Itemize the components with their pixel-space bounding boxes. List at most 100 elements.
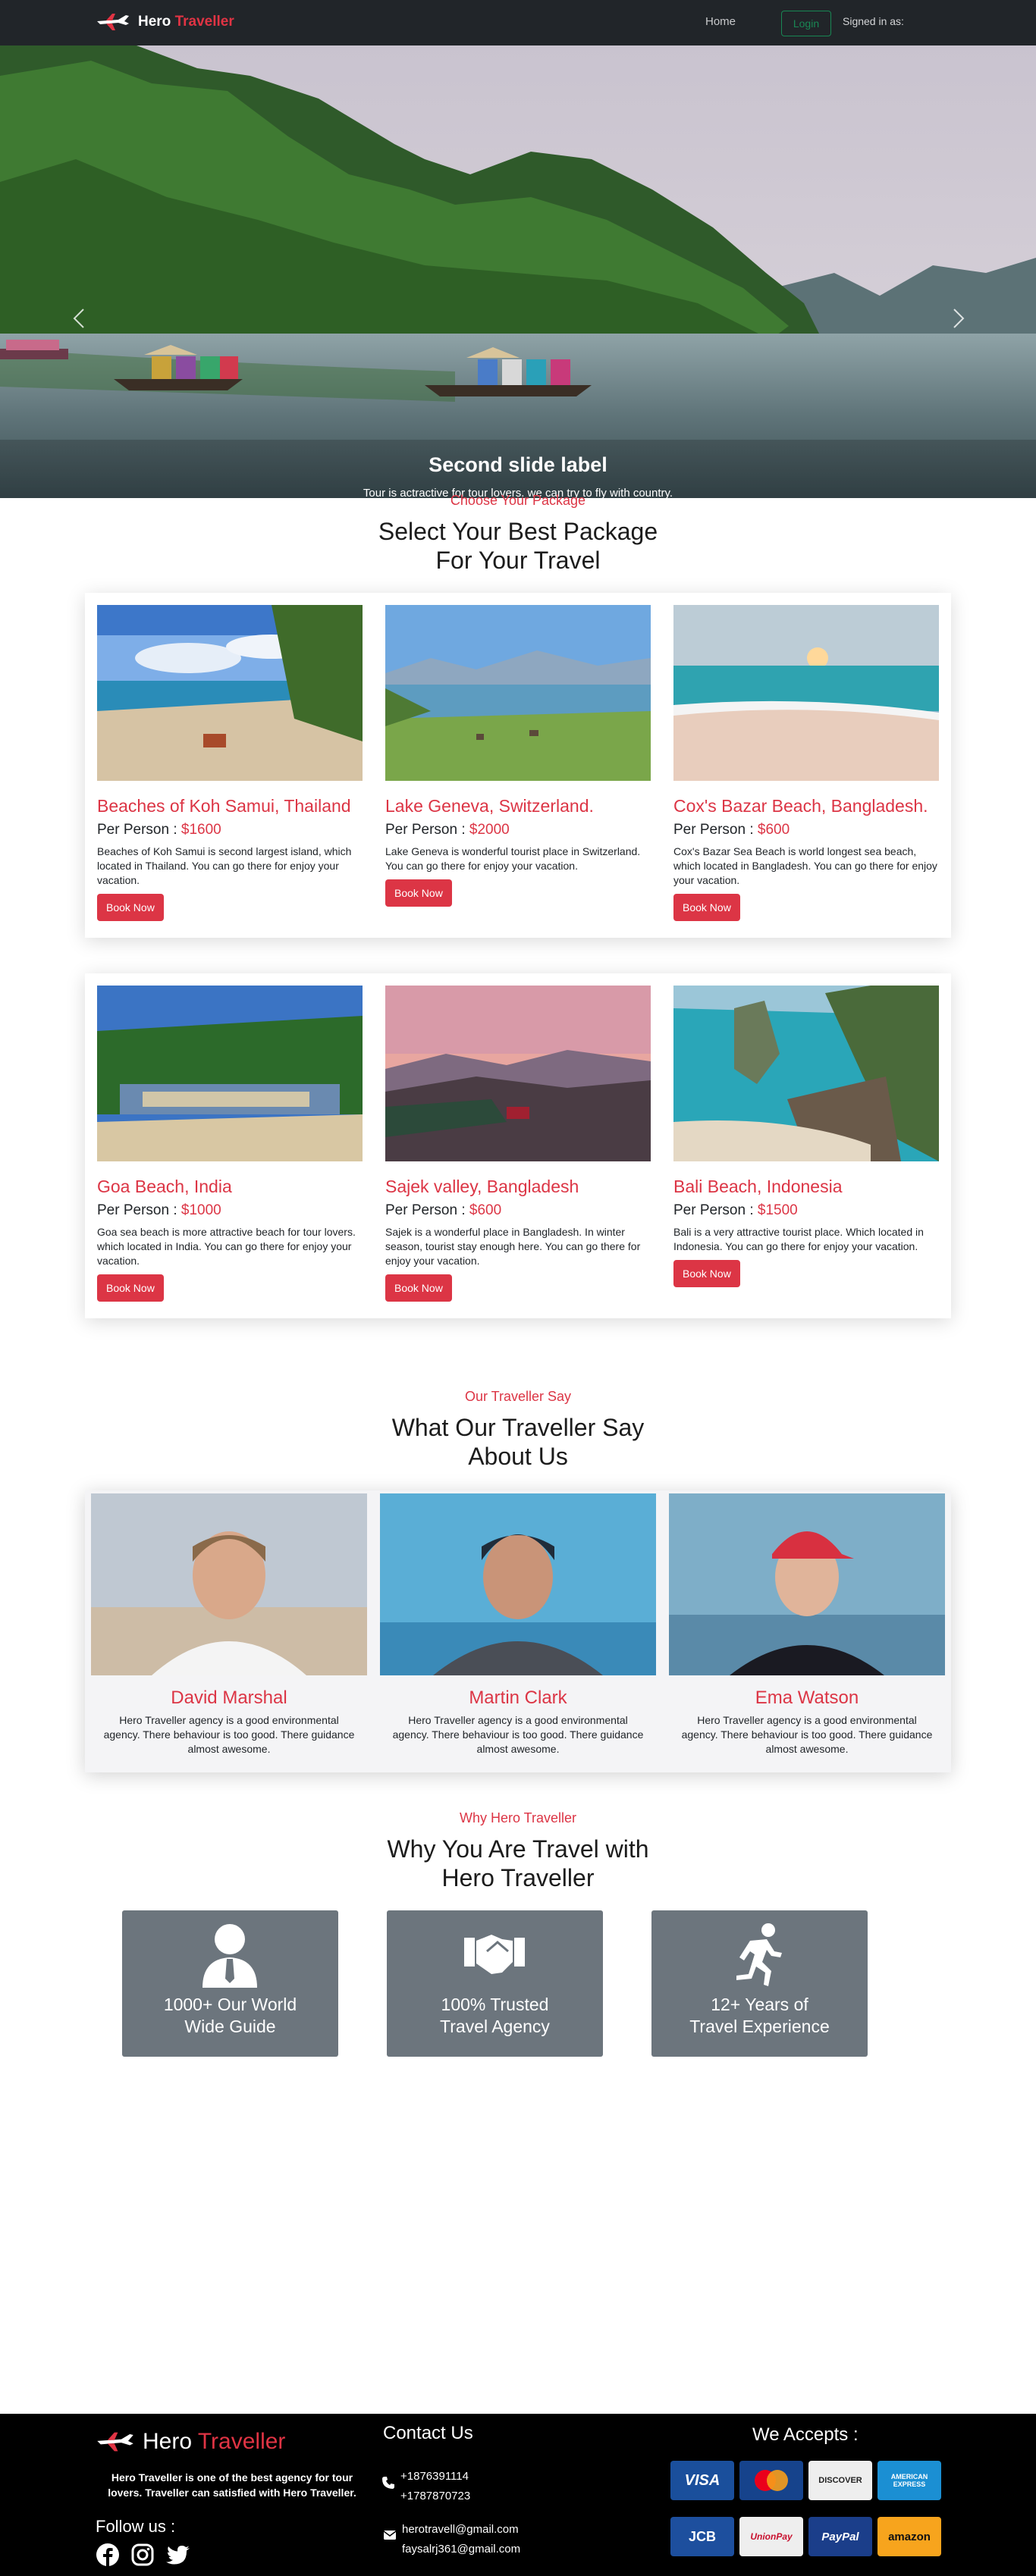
follow-us-label: Follow us :: [96, 2517, 176, 2536]
handshake-icon: [464, 1935, 525, 1974]
package-name: Sajek valley, Bangladesh: [385, 1177, 579, 1196]
visa-card-icon: VISA: [670, 2461, 734, 2500]
package-price: Per Person : $1600: [97, 822, 221, 838]
facebook-icon[interactable]: [96, 2543, 120, 2567]
running-icon: [736, 1923, 782, 1986]
testimonial-card: Ema Watson Hero Traveller agency is a go…: [669, 1493, 945, 1757]
package-description: Goa sea beach is more attractive beach f…: [97, 1226, 356, 1267]
nav-home-link[interactable]: Home: [705, 15, 736, 28]
instagram-icon[interactable]: [130, 2543, 155, 2567]
packages-row-2: Goa Beach, India Per Person : $1000 Goa …: [85, 973, 951, 1318]
ema-watson-photo: [669, 1493, 945, 1675]
phone-numbers: +1876391114 +1787870723: [400, 2467, 470, 2506]
airplane-logo-icon: [97, 2432, 133, 2452]
phone-2[interactable]: +1787870723: [400, 2487, 470, 2506]
package-name: Lake Geneva, Switzerland.: [385, 796, 594, 816]
carousel-caption-title: Second slide label: [429, 453, 607, 476]
footer-brand[interactable]: Hero Traveller: [96, 2429, 285, 2455]
packages-subtitle: Choose Your Package: [450, 493, 586, 508]
martin-clark-photo: [380, 1493, 656, 1675]
packages-row-1: Beaches of Koh Samui, Thailand Per Perso…: [85, 593, 951, 938]
package-card: Bali Beach, Indonesia Per Person : $1500…: [673, 986, 939, 1287]
discover-card-icon: DISCOVER: [808, 2461, 872, 2500]
we-accept-title: We Accepts :: [752, 2424, 859, 2445]
why-card-trusted: 100% Trusted Travel Agency: [387, 1910, 603, 2057]
email-1[interactable]: herotravell@gmail.com: [402, 2520, 520, 2540]
why-card-text: 12+ Years of Travel Experience: [689, 1995, 830, 2036]
david-marshal-photo: [91, 1493, 367, 1675]
testimonial-name: Ema Watson: [755, 1688, 859, 1708]
testimonial-card: David Marshal Hero Traveller agency is a…: [91, 1493, 367, 1757]
package-price: Per Person : $600: [673, 822, 790, 838]
email-2[interactable]: faysalrj361@gmail.com: [402, 2540, 520, 2559]
navbar-brand[interactable]: Hero Traveller: [96, 11, 234, 33]
carousel-slide-image: [0, 45, 1036, 498]
mastercard-logo: [755, 2470, 788, 2491]
testimonial-text: Hero Traveller agency is a good environm…: [103, 1714, 355, 1755]
carousel-prev-button[interactable]: [64, 296, 94, 341]
testimonial-text: Hero Traveller agency is a good environm…: [392, 1714, 644, 1755]
brand-text: Hero Traveller: [138, 14, 234, 30]
login-button[interactable]: Login: [781, 11, 831, 36]
carousel-next-button[interactable]: [943, 296, 974, 341]
package-description: Cox's Bazar Sea Beach is world longest s…: [673, 845, 937, 886]
why-card-guide: 1000+ Our World Wide Guide: [122, 1910, 338, 2057]
book-now-button[interactable]: Book Now: [385, 1274, 452, 1302]
unionpay-card-icon: UnionPay: [739, 2517, 803, 2556]
footer-brand-text: Hero Traveller: [143, 2429, 286, 2454]
testimonial-name: Martin Clark: [469, 1688, 567, 1708]
why-card-experience: 12+ Years of Travel Experience: [651, 1910, 868, 2057]
phone-1[interactable]: +1876391114: [400, 2467, 470, 2487]
coxs-bazar-image: [673, 605, 939, 781]
package-description: Sajek is a wonderful place in Bangladesh…: [385, 1226, 641, 1267]
package-card: Cox's Bazar Beach, Bangladesh. Per Perso…: [673, 605, 939, 921]
package-card: Lake Geneva, Switzerland. Per Person : $…: [385, 605, 651, 907]
phone-icon: [382, 2477, 394, 2489]
book-now-button[interactable]: Book Now: [97, 894, 164, 921]
goa-beach-image: [97, 986, 363, 1161]
package-price: Per Person : $600: [385, 1202, 502, 1218]
why-card-text: 100% Trusted Travel Agency: [440, 1995, 550, 2036]
twitter-icon[interactable]: [165, 2543, 191, 2567]
social-links: [96, 2543, 191, 2567]
package-description: Bali is a very attractive tourist place.…: [673, 1226, 924, 1252]
testimonials-subtitle: Our Traveller Say: [464, 1389, 572, 1404]
testimonial-name: David Marshal: [171, 1688, 287, 1708]
user-tie-icon: [202, 1924, 257, 1988]
book-now-button[interactable]: Book Now: [673, 1260, 740, 1287]
book-now-button[interactable]: Book Now: [673, 894, 740, 921]
testimonial-text: Hero Traveller agency is a good environm…: [681, 1714, 933, 1755]
testimonials-title: What Our Traveller Say About Us: [391, 1414, 645, 1470]
mail-icon: [383, 2531, 397, 2540]
package-card: Sajek valley, Bangladesh Per Person : $6…: [385, 986, 651, 1302]
paypal-icon: PayPal: [808, 2517, 872, 2556]
packages-title: Select Your Best Package For Your Travel: [378, 518, 658, 574]
hero-carousel: Second slide label Tour is actractive fo…: [0, 45, 1036, 498]
book-now-button[interactable]: Book Now: [385, 879, 452, 907]
package-name: Cox's Bazar Beach, Bangladesh.: [673, 796, 928, 816]
airplane-logo-icon: [97, 14, 129, 30]
footer: Hero Traveller Hero Traveller is one of …: [0, 2414, 1036, 2576]
navbar: Hero Traveller Home Login Signed in as:: [0, 0, 1036, 45]
package-price: Per Person : $2000: [385, 822, 510, 838]
testimonials-row: David Marshal Hero Traveller agency is a…: [85, 1490, 951, 1772]
mastercard-icon: [739, 2461, 803, 2500]
package-card: Goa Beach, India Per Person : $1000 Goa …: [97, 986, 363, 1302]
jcb-card-icon: JCB: [670, 2517, 734, 2556]
package-name: Goa Beach, India: [97, 1177, 232, 1196]
bali-beach-image: [673, 986, 939, 1161]
amazon-pay-icon: amazon: [877, 2517, 941, 2556]
chevron-right-icon: [953, 309, 965, 328]
footer-about-text: Hero Traveller is one of the best agency…: [108, 2471, 356, 2499]
koh-samui-image: [97, 605, 363, 781]
book-now-button[interactable]: Book Now: [97, 1274, 164, 1302]
lake-geneva-image: [385, 605, 651, 781]
package-price: Per Person : $1500: [673, 1202, 798, 1218]
package-name: Beaches of Koh Samui, Thailand: [97, 796, 351, 816]
email-addresses: herotravell@gmail.com faysalrj361@gmail.…: [402, 2520, 520, 2559]
package-price: Per Person : $1000: [97, 1202, 221, 1218]
chevron-left-icon: [73, 309, 84, 328]
amex-card-icon: AMERICAN EXPRESS: [877, 2461, 941, 2500]
why-card-text: 1000+ Our World Wide Guide: [163, 1995, 297, 2036]
contact-us-title: Contact Us: [383, 2423, 473, 2443]
